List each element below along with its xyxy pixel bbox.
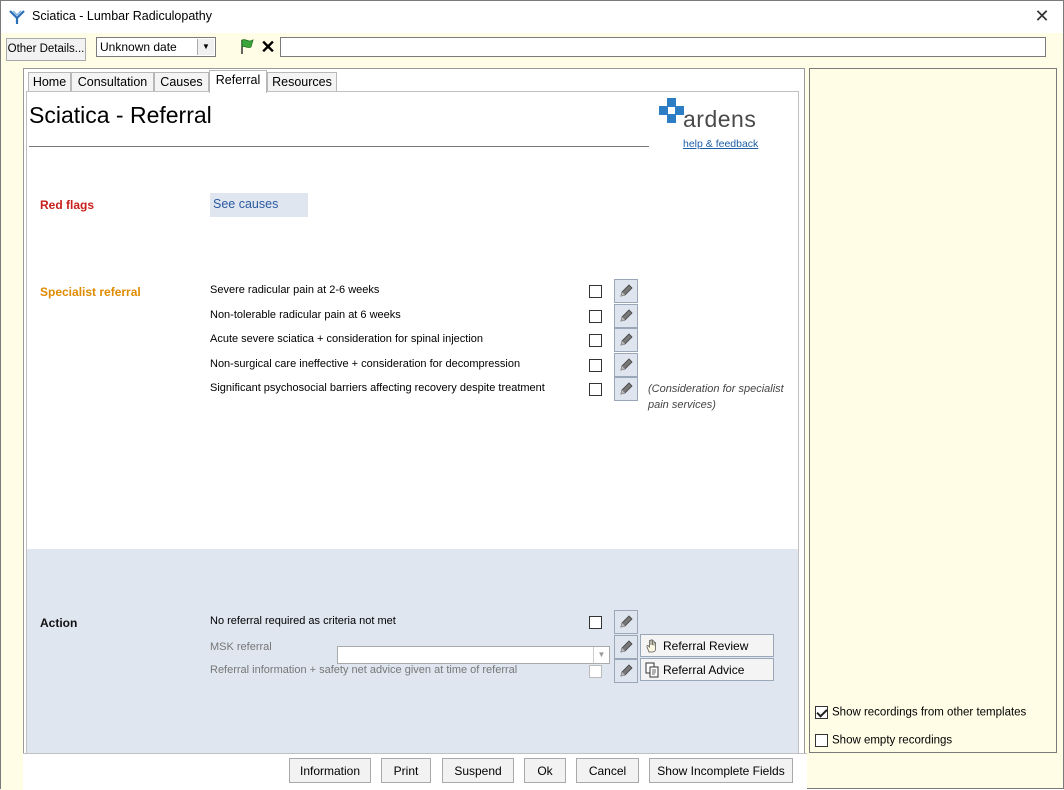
specialist-referral-label: Specialist referral [40,285,141,299]
criterion-edit-button[interactable] [614,279,638,303]
chevron-down-icon[interactable]: ▼ [197,39,214,55]
ok-button[interactable]: Ok [524,758,566,783]
print-button[interactable]: Print [381,758,431,783]
pencil-icon [620,382,633,395]
hand-pointer-icon [646,639,656,653]
action-label: Action [40,616,78,630]
tab-home[interactable]: Home [28,72,71,92]
date-dropdown[interactable]: Unknown date ▼ [96,37,216,57]
information-button[interactable]: Information [289,758,371,783]
left-strip [1,65,23,790]
clear-icon[interactable]: ✕ [258,37,278,57]
referral-review-label: Referral Review [663,639,749,653]
show-other-templates-checkbox[interactable] [815,706,828,719]
referral-advice-label: Referral Advice [663,663,745,677]
show-empty-label: Show empty recordings [832,734,953,747]
criterion-edit-button[interactable] [614,353,638,377]
pencil-icon [620,640,633,653]
show-incomplete-fields-button[interactable]: Show Incomplete Fields [649,758,793,783]
date-value: Unknown date [100,40,177,54]
criterion-checkbox[interactable] [589,285,602,298]
page-title: Sciatica - Referral [29,102,212,128]
action-section: Action No referral required as criteria … [27,549,798,782]
criterion-label: Non-tolerable radicular pain at 6 weeks [210,309,401,321]
show-empty-checkbox[interactable] [815,734,828,747]
criterion-edit-button[interactable] [614,328,638,352]
msk-edit-button[interactable] [614,635,638,659]
main-panel: Home Consultation Causes Referral Resour… [23,68,805,785]
tab-causes[interactable]: Causes [154,72,209,92]
help-feedback-link[interactable]: help & feedback [683,138,758,150]
msk-referral-label: MSK referral [210,641,272,653]
cancel-button[interactable]: Cancel [576,758,639,783]
tab-resources[interactable]: Resources [267,72,337,92]
criterion-label: Acute severe sciatica + consideration fo… [210,333,484,345]
referral-advice-button[interactable]: Referral Advice [640,658,774,681]
app-logo-icon [9,10,25,24]
referral-info-label: Referral information + safety net advice… [210,664,518,676]
ardens-logo: ardens [659,98,771,134]
no-referral-edit-button[interactable] [614,610,638,634]
window-title: Sciatica - Lumbar Radiculopathy [32,9,212,23]
criterion-checkbox[interactable] [589,334,602,347]
pencil-icon [620,664,633,677]
title-divider [29,146,649,147]
button-bar: Information Print Suspend Ok Cancel Show… [23,753,807,789]
specialist-note: (Consideration for specialist pain servi… [648,383,784,411]
note-input[interactable] [280,37,1046,57]
referral-review-button[interactable]: Referral Review [640,634,774,657]
recordings-panel: Show recordings from other templates Sho… [809,68,1057,753]
msk-referral-dropdown[interactable]: ▼ [337,646,610,664]
documents-icon [645,662,659,678]
chevron-down-icon[interactable]: ▼ [593,647,609,663]
criterion-edit-button[interactable] [614,377,638,401]
red-flags-label: Red flags [40,198,95,212]
show-empty-option[interactable]: Show empty recordings [815,734,952,747]
show-other-templates-option[interactable]: Show recordings from other templates [815,706,1026,719]
referral-info-edit-button[interactable] [614,659,638,683]
close-icon[interactable]: ✕ [1031,5,1053,27]
pencil-icon [620,284,633,297]
criterion-edit-button[interactable] [614,304,638,328]
logo-text: ardens [683,106,757,132]
criterion-label: Significant psychosocial barriers affect… [210,382,545,394]
show-other-templates-label: Show recordings from other templates [832,706,1027,719]
criterion-label: Non-surgical care ineffective + consider… [210,358,521,370]
no-referral-label: No referral required as criteria not met [210,615,396,627]
pencil-icon [620,333,633,346]
other-details-button[interactable]: Other Details... [6,38,86,61]
window: Sciatica - Lumbar Radiculopathy ✕ Other … [0,0,1064,790]
toolbar: Other Details... Unknown date ▼ ✕ [1,33,1063,65]
pencil-icon [620,615,633,628]
tab-referral[interactable]: Referral [209,70,267,93]
no-referral-checkbox[interactable] [589,616,602,629]
criterion-label: Severe radicular pain at 2-6 weeks [210,284,380,296]
title-bar: Sciatica - Lumbar Radiculopathy ✕ [1,1,1063,33]
green-flag-icon[interactable] [237,37,257,57]
pencil-icon [620,309,633,322]
criterion-checkbox[interactable] [589,359,602,372]
criterion-checkbox[interactable] [589,310,602,323]
tab-consultation[interactable]: Consultation [71,72,154,92]
referral-info-checkbox[interactable] [589,665,602,678]
criterion-checkbox[interactable] [589,383,602,396]
suspend-button[interactable]: Suspend [442,758,514,783]
referral-content: Sciatica - Referral ardens help & feedba… [26,91,799,783]
pencil-icon [620,358,633,371]
see-causes-button[interactable]: See causes [210,193,308,217]
